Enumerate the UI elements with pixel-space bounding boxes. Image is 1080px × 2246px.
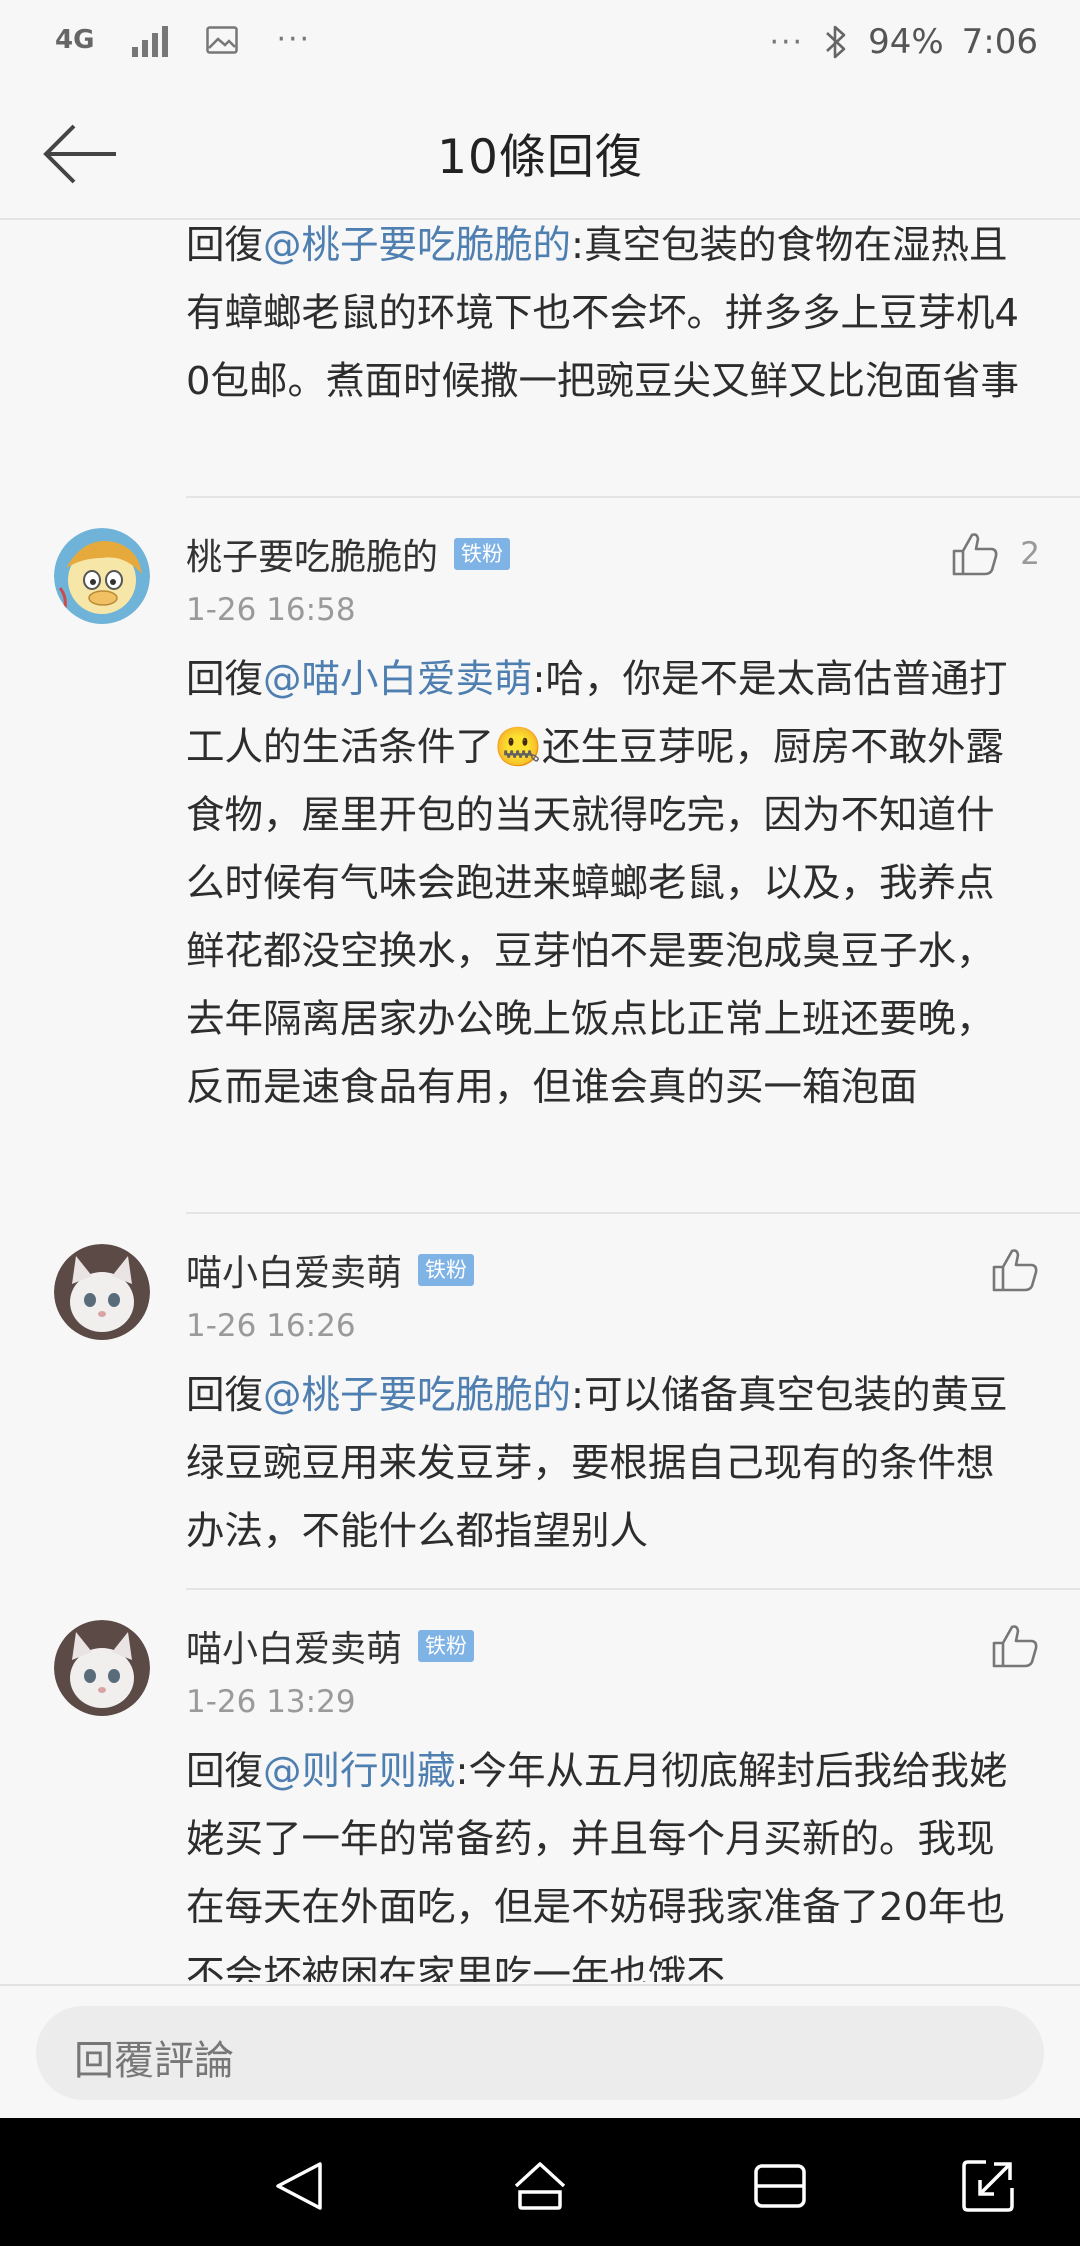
reply-input-bar: 回覆評論	[0, 1984, 1080, 2118]
username-text: 桃子要吃脆脆的	[186, 537, 439, 578]
avatar[interactable]	[54, 528, 150, 624]
system-nav-bar	[0, 2118, 1080, 2246]
fan-badge: 铁粉	[418, 1254, 475, 1286]
comment-time: 1-26 16:58	[186, 592, 356, 628]
mention-link[interactable]: @桃子要吃脆脆的	[263, 1373, 571, 1418]
mention-link[interactable]: @喵小白爱卖萌	[263, 657, 533, 702]
zipper-mouth-emoji: 🤐	[494, 725, 542, 770]
status-right: ··· 94% 7:06	[769, 22, 1038, 62]
page-title: 10條回復	[437, 130, 643, 185]
nav-recents-icon[interactable]	[750, 2156, 810, 2216]
status-bar: 4G ··· ··· 94% 7:06	[0, 0, 1080, 90]
comment-text: 回復@桃子要吃脆脆的:可以储备真空包装的黄豆绿豆豌豆用来发豆芽，要根据自己现有的…	[186, 1362, 1031, 1566]
battery-percent: 94%	[868, 22, 944, 62]
like-button[interactable]	[990, 1242, 1040, 1298]
like-button[interactable]: 2	[950, 526, 1040, 582]
comment-text: 回復@喵小白爱卖萌:哈，你是不是太高估普通打工人的生活条件了🤐还生豆芽呢，厨房不…	[186, 646, 1031, 1122]
reply-body-cont: 还生豆芽呢，厨房不敢外露食物，屋里开包的当天就得吃完，因为不知道什么时候有气味会…	[186, 725, 1004, 1110]
nav-home-icon[interactable]	[510, 2156, 570, 2216]
nav-expand-icon[interactable]	[958, 2156, 1018, 2216]
avatar-image	[54, 1244, 150, 1340]
top-bar: 10條回復	[0, 90, 1080, 220]
bluetooth-icon	[826, 25, 846, 59]
comment-list[interactable]: 回復@桃子要吃脆脆的:真空包装的食物在湿热且有蟑螂老鼠的环境下也不会坏。拼多多上…	[0, 220, 1080, 1982]
username-text: 喵小白爱卖萌	[186, 1629, 403, 1670]
comment-text: 回復@则行则藏:今年从五月彻底解封后我给我姥姥买了一年的常备药，并且每个月买新的…	[186, 1738, 1031, 1982]
username[interactable]: 桃子要吃脆脆的 铁粉	[186, 528, 511, 580]
username[interactable]: 喵小白爱卖萌 铁粉	[186, 1620, 475, 1672]
more-status-icon: ···	[769, 24, 805, 60]
like-count: 2	[1020, 536, 1040, 572]
avatar-image	[54, 528, 150, 624]
thumbs-up-icon	[992, 1249, 1038, 1292]
mention-link[interactable]: @则行则藏	[263, 1749, 456, 1794]
thumbs-up-icon	[952, 533, 998, 576]
reply-prefix: 回復	[186, 657, 264, 702]
clock: 7:06	[961, 22, 1038, 62]
mention-link[interactable]: @桃子要吃脆脆的	[263, 223, 571, 268]
avatar-image	[54, 1620, 150, 1716]
signal-icon	[132, 23, 169, 57]
status-left: 4G ···	[55, 22, 311, 57]
username-text: 喵小白爱卖萌	[186, 1253, 403, 1294]
more-notifications-icon: ···	[276, 22, 312, 57]
divider	[186, 1588, 1080, 1590]
comment-time: 1-26 13:29	[186, 1684, 356, 1720]
username[interactable]: 喵小白爱卖萌 铁粉	[186, 1244, 475, 1296]
thumbs-up-icon	[992, 1625, 1038, 1668]
nav-back-icon[interactable]	[270, 2156, 330, 2216]
avatar[interactable]	[54, 1620, 150, 1716]
divider	[186, 496, 1080, 498]
avatar[interactable]	[54, 1244, 150, 1340]
reply-prefix: 回復	[186, 1749, 264, 1794]
reply-prefix: 回復	[186, 223, 264, 268]
network-indicator: 4G	[55, 24, 95, 55]
comment-time: 1-26 16:26	[186, 1308, 356, 1344]
reply-prefix: 回復	[186, 1373, 264, 1418]
fan-badge: 铁粉	[418, 1630, 475, 1662]
image-notification-icon	[206, 25, 239, 54]
reply-text: 回復@桃子要吃脆脆的:真空包装的食物在湿热且有蟑螂老鼠的环境下也不会坏。拼多多上…	[186, 220, 1031, 416]
divider	[186, 1212, 1080, 1214]
reply-input-placeholder: 回覆評論	[74, 2038, 234, 2084]
fan-badge: 铁粉	[454, 538, 511, 570]
like-button[interactable]	[990, 1618, 1040, 1674]
reply-input[interactable]: 回覆評論	[36, 2006, 1044, 2100]
